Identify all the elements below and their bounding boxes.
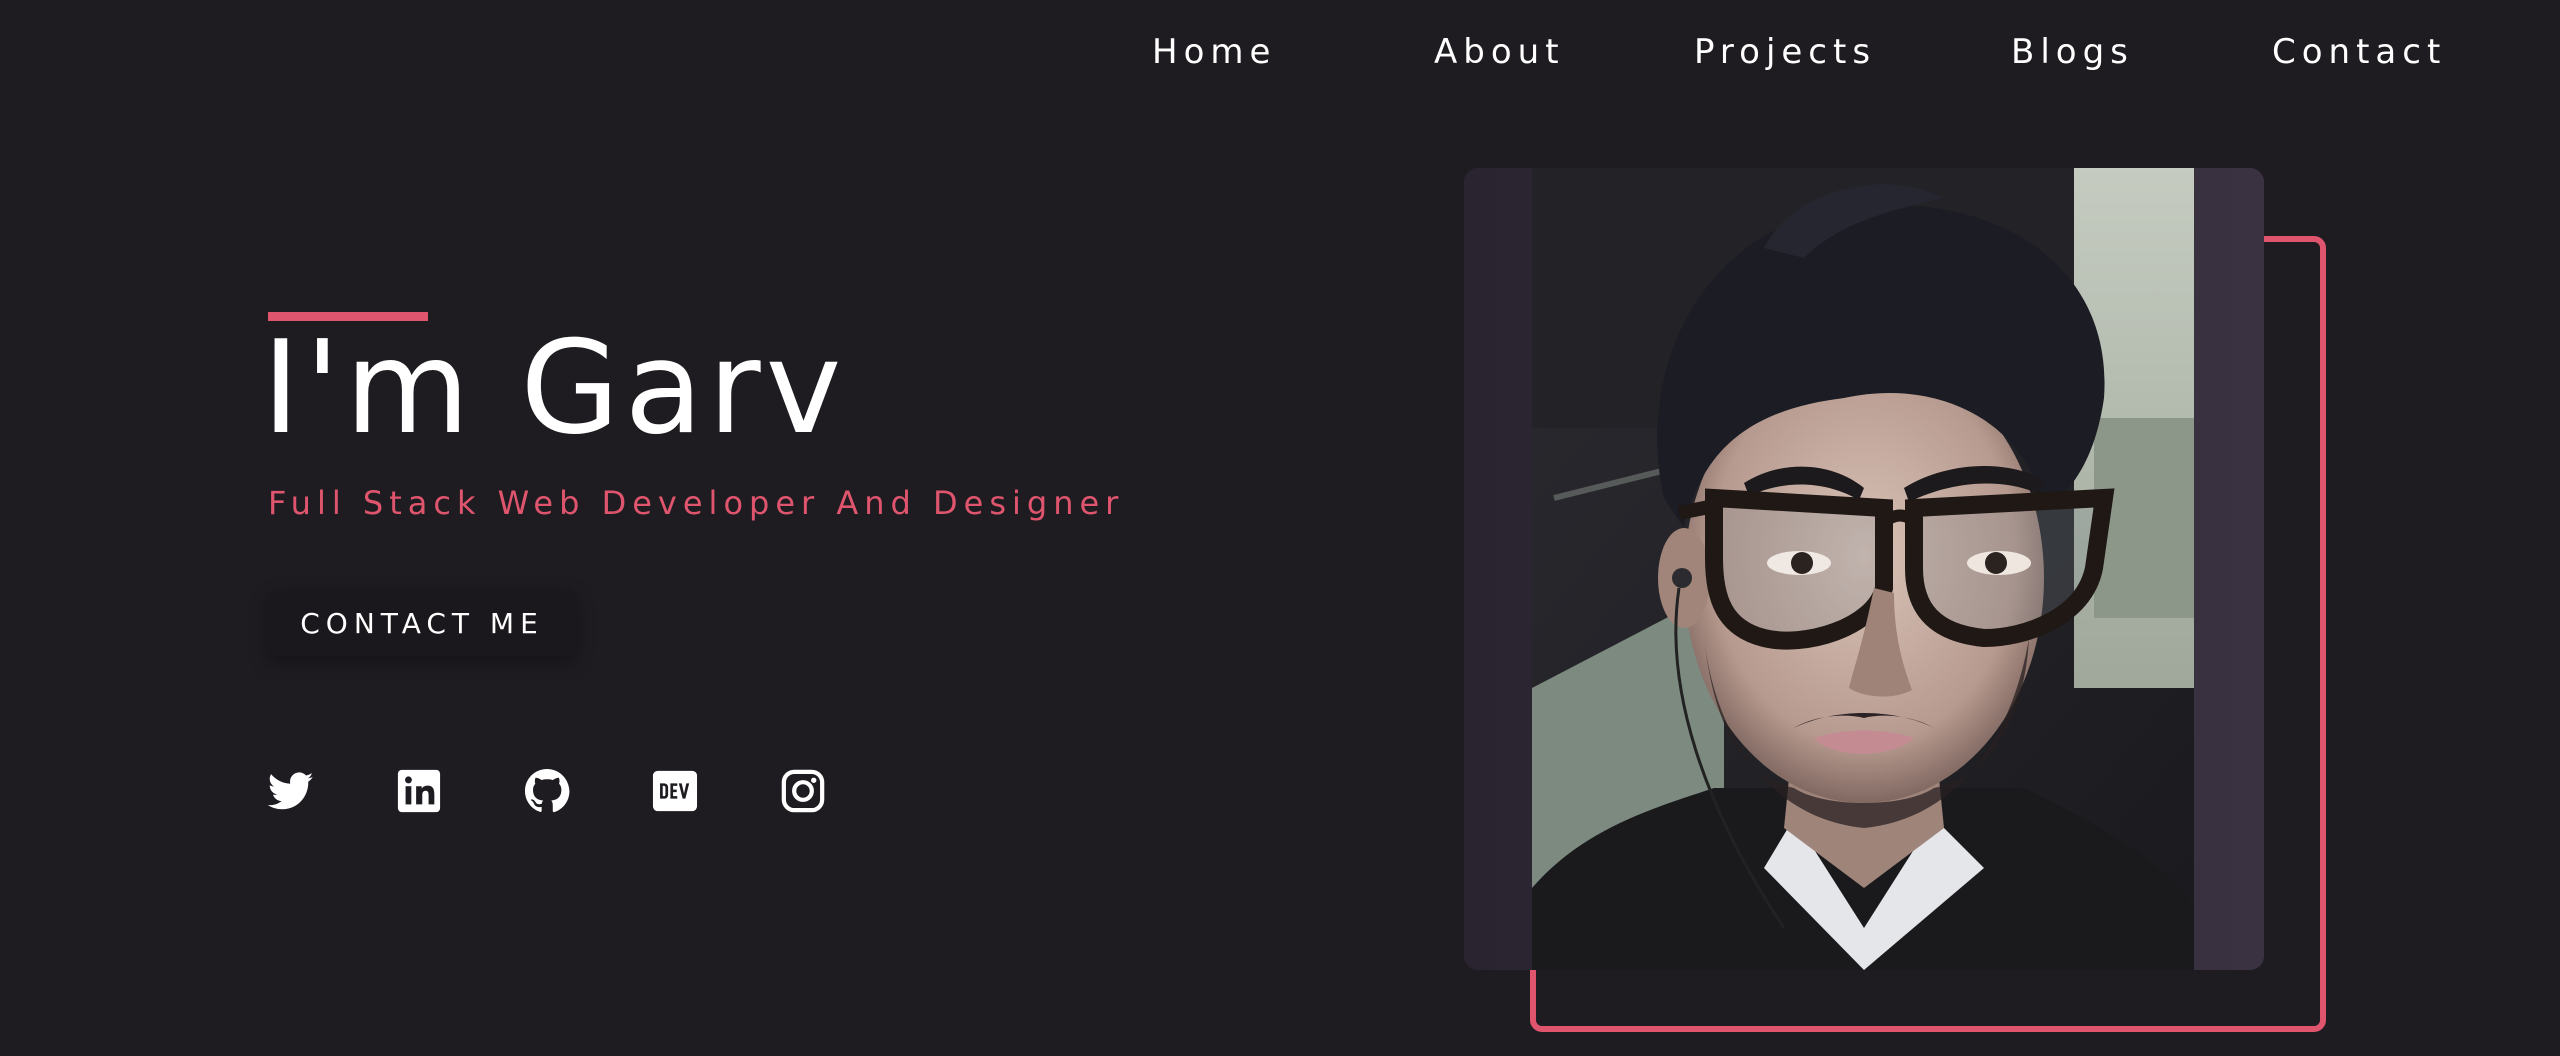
profile-photo: [1464, 168, 2264, 970]
portfolio-page: Home About Projects Blogs Contact I'm Ga…: [0, 0, 2560, 1056]
nav-blogs[interactable]: Blogs: [2011, 32, 2134, 72]
instagram-icon[interactable]: [780, 768, 826, 814]
nav-contact[interactable]: Contact: [2272, 32, 2446, 72]
hero-subtitle: Full Stack Web Developer And Designer: [268, 484, 1125, 522]
contact-me-button[interactable]: CONTACT ME: [268, 590, 576, 656]
twitter-icon[interactable]: [268, 768, 314, 814]
hero-title: I'm Garv: [262, 314, 847, 463]
linkedin-icon[interactable]: [396, 768, 442, 814]
github-icon[interactable]: [524, 768, 570, 814]
top-nav: Home About Projects Blogs Contact: [0, 0, 2560, 112]
dev-icon[interactable]: [652, 768, 698, 814]
nav-home[interactable]: Home: [1152, 32, 1276, 72]
nav-about[interactable]: About: [1434, 32, 1565, 72]
nav-projects[interactable]: Projects: [1694, 32, 1876, 72]
profile-photo-illustration: [1464, 168, 2264, 970]
